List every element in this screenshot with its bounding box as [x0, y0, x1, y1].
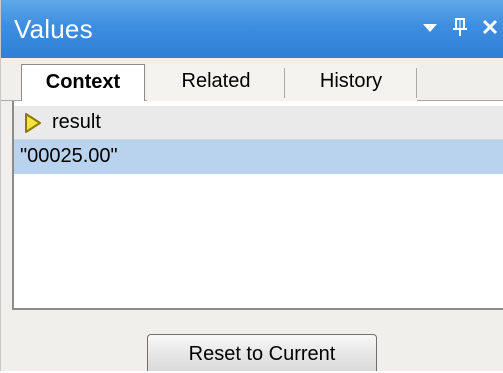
- tab-history[interactable]: History: [285, 64, 417, 101]
- result-label: result: [52, 111, 101, 133]
- reset-to-current-button[interactable]: Reset to Current: [147, 334, 377, 371]
- play-arrow-icon: [25, 113, 41, 133]
- tab-related-label: Related: [181, 70, 251, 92]
- pin-button[interactable]: [449, 16, 471, 38]
- panel-title: Values: [14, 14, 93, 44]
- value-text: "00025.00": [20, 145, 118, 167]
- close-icon: [482, 19, 498, 35]
- tab-history-label: History: [319, 70, 383, 92]
- reset-button-label: Reset to Current: [188, 343, 336, 365]
- tab-context-label: Context: [45, 71, 121, 93]
- close-button[interactable]: [479, 16, 501, 38]
- pin-icon: [453, 18, 467, 36]
- tab-strip: Context Related History: [1, 58, 503, 102]
- tab-context[interactable]: Context: [21, 64, 145, 102]
- values-panel: Values Context Related History result "0…: [0, 0, 503, 371]
- dropdown-button[interactable]: [419, 16, 441, 38]
- panel-titlebar[interactable]: Values: [1, 0, 503, 58]
- value-row-selected[interactable]: "00025.00": [14, 140, 503, 174]
- tab-related[interactable]: Related: [147, 64, 285, 101]
- values-list[interactable]: result "00025.00": [12, 101, 503, 310]
- chevron-down-icon: [423, 24, 437, 32]
- result-header-row[interactable]: result: [14, 106, 503, 140]
